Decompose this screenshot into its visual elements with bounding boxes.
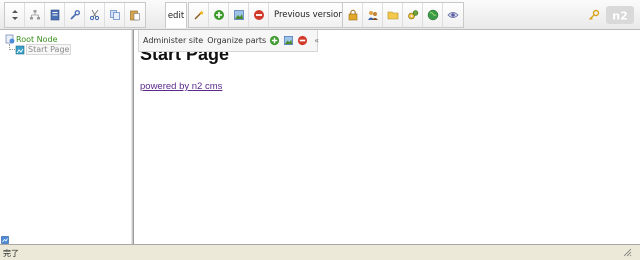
tree-start-page-label[interactable]: Start Page <box>26 44 72 55</box>
folder-icon[interactable] <box>383 3 403 27</box>
tree-start-page-node[interactable]: Start Page <box>15 44 72 55</box>
navigation-tree-pane <box>0 30 131 244</box>
admin-control-bar: Administer site Organize parts « <box>138 30 319 52</box>
tree-root-label[interactable]: Root Node <box>16 35 58 44</box>
browser-status-bar: 完了 <box>0 244 640 260</box>
previous-versions-button[interactable]: Previous versions <box>269 3 353 27</box>
delete-icon[interactable] <box>249 3 269 27</box>
add-icon[interactable] <box>209 3 229 27</box>
edit-image-icon[interactable] <box>229 3 249 27</box>
toolbar-group-tree-actions <box>4 2 146 28</box>
lock-icon[interactable] <box>343 3 363 27</box>
key-icon[interactable] <box>588 9 600 21</box>
users-icon[interactable] <box>363 3 383 27</box>
tree-root-node[interactable]: Root Node <box>5 34 58 44</box>
page-icon[interactable] <box>45 3 65 27</box>
paste-icon[interactable] <box>125 3 145 27</box>
powered-by-link[interactable]: powered by n2 cms <box>140 81 222 92</box>
scissors-icon[interactable] <box>85 3 105 27</box>
magic-wand-icon[interactable] <box>189 3 209 27</box>
n2-logo: n2 <box>606 6 634 24</box>
edit-part-icon[interactable] <box>283 35 294 46</box>
arrows-updown-icon[interactable] <box>5 3 25 27</box>
start-page-icon <box>15 45 26 55</box>
globe-icon[interactable] <box>423 3 443 27</box>
top-toolbar: edit Previous versions n2 <box>0 0 640 30</box>
svg-text:n2: n2 <box>612 10 628 23</box>
content-frame: Start Page powered by n2 cms <box>134 30 640 244</box>
status-text: 完了 <box>3 249 19 258</box>
page-status-icon <box>1 236 9 244</box>
copy-icon[interactable] <box>105 3 125 27</box>
resize-grip-icon[interactable] <box>622 247 632 259</box>
wrench-icon[interactable] <box>65 3 85 27</box>
collapse-admin-bar-button[interactable]: « <box>308 36 319 45</box>
organize-parts-link[interactable]: Organize parts <box>203 36 266 45</box>
tab-edit[interactable]: edit <box>165 2 187 28</box>
tree-icon[interactable] <box>25 3 45 27</box>
toolbar-group-edit-actions: Previous versions <box>188 2 355 28</box>
toolbar-group-site-actions <box>342 2 464 28</box>
add-part-icon[interactable] <box>269 35 280 46</box>
administer-site-link[interactable]: Administer site <box>139 36 203 45</box>
cog-icon[interactable] <box>403 3 423 27</box>
root-node-icon <box>5 34 16 44</box>
eye-icon[interactable] <box>443 3 463 27</box>
delete-part-icon[interactable] <box>297 35 308 46</box>
